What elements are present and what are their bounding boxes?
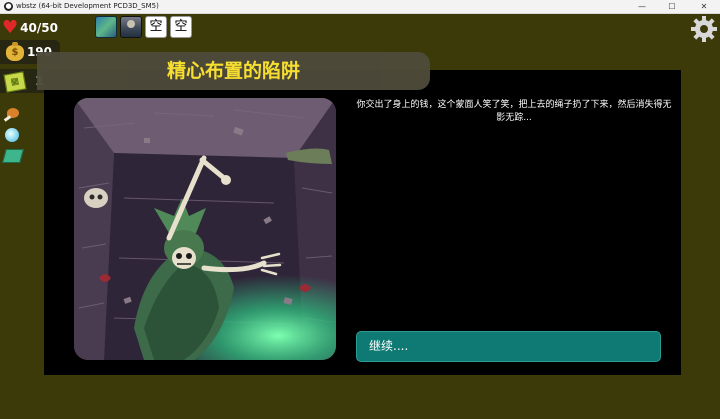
event-title-banner: 精心布置的陷阱 <box>37 52 430 90</box>
heart-icon: ♥ <box>2 17 19 38</box>
top-slot-bar: 空 空 <box>95 16 192 38</box>
empty-slot[interactable]: 空 <box>170 16 192 38</box>
maximize-button[interactable]: ☐ <box>658 0 686 13</box>
drumstick-icon[interactable] <box>3 108 21 124</box>
health-display: ♥ 40/50 <box>2 17 58 39</box>
map-icon[interactable] <box>95 16 117 38</box>
close-button[interactable]: ✕ <box>690 0 718 13</box>
continue-label: 继续.... <box>369 339 409 353</box>
empty-slot[interactable]: 空 <box>145 16 167 38</box>
portrait-icon[interactable] <box>120 16 142 38</box>
book-icon[interactable] <box>2 147 24 163</box>
trap-pit-illustration <box>74 98 336 360</box>
window-title: wbstz (64-bit Development PCD3D_SM5) <box>16 2 159 10</box>
minimize-button[interactable]: — <box>628 0 656 13</box>
app-icon: ● <box>4 2 13 11</box>
gear-icon[interactable] <box>690 15 718 43</box>
event-title: 精心布置的陷阱 <box>166 60 300 82</box>
event-narration: 你交出了身上的钱，这个蒙面人笑了笑，把上去的绳子扔了下来，然后消失得无影无踪..… <box>356 100 672 123</box>
window-titlebar: ● wbstz (64-bit Development PCD3D_SM5) —… <box>0 0 720 14</box>
card-deck-icon: ▦ <box>3 71 27 93</box>
game-area: ♥ 40/50 空 空 $ 190 ▦ 17 <box>0 14 720 419</box>
health-value: 40/50 <box>20 21 58 35</box>
orb-icon[interactable] <box>3 127 21 143</box>
gold-bag-icon: $ <box>4 42 24 62</box>
continue-button[interactable]: 继续.... <box>356 331 661 362</box>
